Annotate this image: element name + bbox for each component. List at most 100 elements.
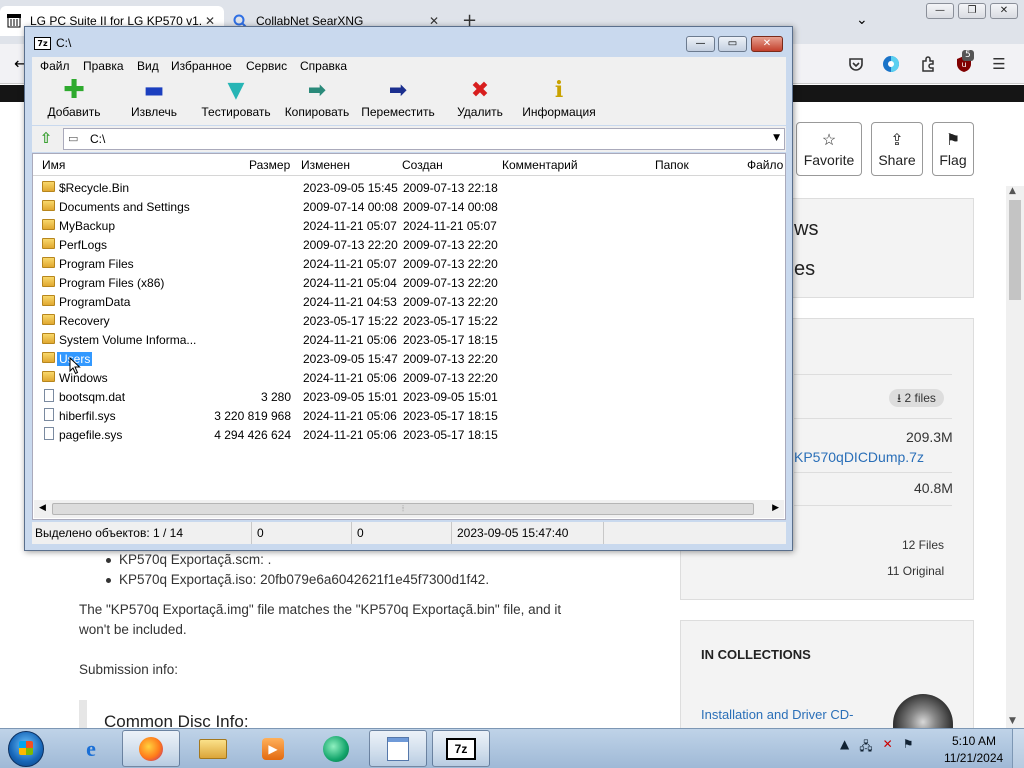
column-modified[interactable]: Изменен [301,158,350,172]
file-created: 2009-07-13 22:20 [403,276,498,290]
chevron-down-icon[interactable]: ⌄ [856,12,868,28]
scrollbar-thumb[interactable]: ⦙ [52,503,754,515]
list-item: KP570q Exportaçã.scm: . [119,552,272,567]
menu-tools[interactable]: Сервис [246,59,287,73]
page-scrollbar-thumb[interactable] [1009,200,1021,300]
table-row[interactable]: Recovery 2023-05-17 15:22 2023-05-17 15:22 [33,312,785,331]
copy-icon: ➡ [307,77,327,103]
taskbar-notepad[interactable] [369,730,427,767]
taskbar-firefox[interactable] [122,730,180,767]
clock-time[interactable]: 5:10 AM [952,734,996,748]
column-created[interactable]: Создан [402,158,443,172]
scroll-up-icon[interactable]: ▲ [1009,186,1016,196]
taskbar: e ▶ 7z ▲ 🖧 ✕ ⚑ 5:10 AM 11/21/2024 [0,728,1024,768]
table-row[interactable]: hiberfil.sys 3 220 819 968 2024-11-21 05:0… [33,407,785,426]
table-row[interactable]: Windows 2024-11-21 05:06 2009-07-13 22:20 [33,369,785,388]
show-hidden-icons-icon[interactable]: ▲ [840,737,849,761]
test-button[interactable]: ▼ Тестировать [198,75,274,125]
menu-bar: Файл Правка Вид Избранное Сервис Справка [32,57,786,75]
archive-icon [6,13,22,29]
file-list[interactable]: Имя Размер Изменен Создан Комментарий Па… [32,153,786,520]
menu-view[interactable]: Вид [137,59,159,73]
taskbar-media-player[interactable]: ▶ [244,730,302,767]
scroll-down-icon[interactable]: ▼ [1009,716,1016,726]
table-row[interactable]: ProgramData 2024-11-21 04:53 2009-07-13 22… [33,293,785,312]
flag-button[interactable]: ⚑ Flag [932,122,974,176]
taskbar-file-explorer[interactable] [184,730,242,767]
minimize-button[interactable]: — [686,36,715,52]
minimize-button[interactable]: — [926,3,954,19]
table-row[interactable]: System Volume Informa... 2024-11-21 05:06… [33,331,785,350]
table-row[interactable]: Program Files (x86) 2024-11-21 05:04 2009-… [33,274,785,293]
file-created: 2009-07-14 00:08 [403,200,498,214]
file-name: hiberfil.sys [59,409,116,423]
table-row[interactable]: $Recycle.Bin 2023-09-05 15:45 2009-07-13 2… [33,179,785,198]
delete-button[interactable]: ✖ Удалить [452,75,508,125]
column-folders[interactable]: Папок [655,158,689,172]
files-badge-label: 2 files [904,391,936,405]
file-created: 2009-07-13 22:20 [403,295,498,309]
menu-help[interactable]: Справка [300,59,347,73]
file-modified: 2024-11-21 05:06 [303,409,397,423]
maximize-button[interactable]: ▭ [718,36,747,52]
pocket-icon[interactable] [845,53,867,75]
close-button[interactable]: ✕ [751,36,783,52]
taskbar-app[interactable] [307,730,365,767]
list-header: Имя Размер Изменен Создан Комментарий Па… [33,154,785,176]
share-button[interactable]: ⇪ Share [871,122,923,176]
path-combobox[interactable]: ▭ C:\ ▼ [63,128,785,150]
folder-icon [42,314,55,325]
account-icon[interactable] [880,53,902,75]
7zip-logo-icon: 7z [34,37,51,50]
table-row[interactable]: PerfLogs 2009-07-13 22:20 2009-07-13 22:20 [33,236,785,255]
scroll-right-icon[interactable]: ▶ [772,503,779,513]
file-modified: 2024-11-21 05:07 [303,219,397,233]
folder-icon [42,276,55,287]
favorite-button[interactable]: ☆ Favorite [796,122,862,176]
toolbar-label: Переместить [361,105,435,119]
horizontal-scrollbar[interactable]: ◀ ⦙ ▶ [34,500,784,518]
table-row[interactable]: Users 2023-09-05 15:47 2009-07-13 22:20 [33,350,785,369]
taskbar-7zip[interactable]: 7z [432,730,490,767]
copy-button[interactable]: ➡ Копировать [282,75,352,125]
volume-muted-icon[interactable]: ✕ [883,737,893,761]
column-comment[interactable]: Комментарий [502,158,578,172]
hamburger-menu-icon[interactable]: ☰ [988,53,1010,75]
download-files-badge[interactable]: ⭳ 2 files [889,389,944,407]
collection-link[interactable]: Installation and Driver CD- [701,707,853,722]
column-size[interactable]: Размер [249,158,290,172]
extract-button[interactable]: ▬ Извлечь [124,75,184,125]
column-name[interactable]: Имя [42,158,65,172]
taskbar-internet-explorer[interactable]: e [62,730,120,767]
ublock-count-badge: 5 [962,50,974,61]
dropdown-arrow-icon[interactable]: ▼ [773,133,780,143]
menu-file[interactable]: Файл [40,59,70,73]
window-titlebar[interactable]: 7z C:\ — ▭ ✕ [25,27,792,57]
restore-button[interactable]: ❐ [958,3,986,19]
up-folder-icon[interactable]: ⇧ [36,129,56,149]
table-row[interactable]: MyBackup 2024-11-21 05:07 2024-11-21 05:07 [33,217,785,236]
file-download-link[interactable]: KP570qDICDump.7z [794,449,924,465]
scroll-left-icon[interactable]: ◀ [39,503,46,513]
info-button[interactable]: i Информация [520,75,598,125]
add-button[interactable]: ✚ Добавить [44,75,104,125]
move-button[interactable]: ➡ Переместить [360,75,436,125]
table-row[interactable]: bootsqm.dat 3 280 2023-09-05 15:01 2023-09-… [33,388,785,407]
table-row[interactable]: Documents and Settings 2009-07-14 00:08 20… [33,198,785,217]
extensions-icon[interactable] [917,53,939,75]
file-created: 2023-09-05 15:01 [403,390,498,404]
action-center-flag-icon[interactable]: ⚑ [903,737,914,761]
network-icon[interactable]: 🖧 [859,737,872,761]
extract-icon: ▬ [143,77,165,103]
menu-edit[interactable]: Правка [83,59,124,73]
folder-icon [42,200,55,211]
table-row[interactable]: Program Files 2024-11-21 05:07 2009-07-13 … [33,255,785,274]
close-button[interactable]: ✕ [990,3,1018,19]
column-files[interactable]: Файло [747,158,783,172]
menu-favorites[interactable]: Избранное [171,59,232,73]
file-name: bootsqm.dat [59,390,126,404]
table-row[interactable]: pagefile.sys 4 294 426 624 2024-11-21 05:0… [33,426,785,445]
clock-date[interactable]: 11/21/2024 [944,751,1003,765]
file-modified: 2009-07-14 00:08 [303,200,398,214]
show-desktop-button[interactable] [1012,729,1024,768]
